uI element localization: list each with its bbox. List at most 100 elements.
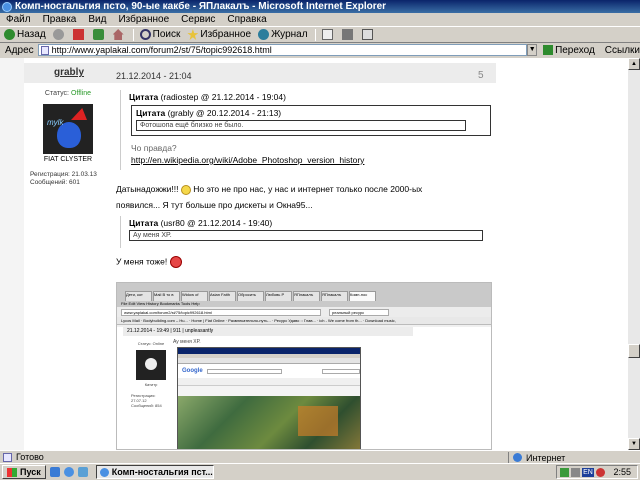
tray-network-icon[interactable] bbox=[560, 467, 569, 477]
wikipedia-link[interactable]: http://en.wikipedia.org/wiki/Adobe_Photo… bbox=[121, 155, 492, 165]
quicklaunch-desktop-icon[interactable] bbox=[49, 467, 60, 477]
avatar-santa-hat bbox=[71, 108, 87, 120]
favorites-button[interactable]: Избранное bbox=[187, 29, 251, 40]
embedded-avatar bbox=[136, 350, 166, 380]
nested-wallpaper-image bbox=[178, 396, 360, 449]
scroll-thumb[interactable] bbox=[628, 344, 640, 358]
menu-file[interactable]: Файл bbox=[6, 14, 31, 25]
page-icon bbox=[40, 45, 49, 55]
zone-label: Интернет bbox=[526, 452, 566, 463]
refresh-button[interactable] bbox=[92, 29, 106, 40]
refresh-icon bbox=[92, 29, 104, 40]
embedded-tab: Asian Faith bbox=[209, 291, 236, 301]
go-button[interactable]: Переход bbox=[543, 45, 595, 56]
embedded-messages: Сообщений: 854 bbox=[131, 403, 162, 408]
search-label: Поиск bbox=[152, 29, 181, 40]
post-number[interactable]: 5 bbox=[478, 70, 484, 81]
post-body-text: Датынадожжи!!! Но это не про нас, у нас … bbox=[116, 181, 492, 213]
address-label: Адрес bbox=[5, 44, 34, 56]
embedded-url-row: www.yaplakal.com/forum2/st/75/topic99261… bbox=[117, 307, 491, 317]
mail-button[interactable] bbox=[321, 29, 335, 40]
page-done-icon bbox=[3, 452, 12, 462]
menu-bar: Файл Правка Вид Избранное Сервис Справка bbox=[0, 13, 640, 27]
forward-button[interactable] bbox=[52, 29, 66, 40]
embedded-registered: Регистрация: 27.07.12 bbox=[131, 393, 156, 403]
taskbar: Пуск Комп-ностальгия пст... EN 2:55 bbox=[0, 463, 640, 480]
nested-ie-screenshot: Google bbox=[177, 347, 361, 449]
user-stats: Регистрация: 21.03.13 Сообщений: 601 bbox=[24, 171, 112, 187]
go-label: Переход bbox=[555, 44, 595, 56]
avatar[interactable]: mylk bbox=[43, 104, 93, 154]
quicklaunch-ie-icon[interactable] bbox=[63, 467, 74, 477]
links-button[interactable]: Ссылки bbox=[605, 45, 640, 56]
quote-block: Цитата (radiostep @ 21.12.2014 - 19:04) … bbox=[120, 90, 492, 170]
search-icon bbox=[139, 29, 151, 40]
menu-view[interactable]: Вид bbox=[88, 14, 106, 25]
scroll-up-button[interactable]: ▲ bbox=[628, 58, 640, 70]
start-label: Пуск bbox=[20, 467, 41, 477]
windows-logo-icon bbox=[7, 467, 17, 477]
embedded-tab-active: Комп-нос bbox=[349, 291, 376, 301]
edit-icon bbox=[361, 29, 373, 40]
tray-antivirus-icon[interactable] bbox=[596, 467, 605, 477]
embedded-status: Статус: Online bbox=[137, 341, 165, 346]
embedded-tab: Mail В то в bbox=[153, 291, 180, 301]
embedded-tab: ЯПлакалъ bbox=[293, 291, 320, 301]
clock[interactable]: 2:55 bbox=[613, 467, 631, 477]
embedded-tab: Любовь Р bbox=[265, 291, 292, 301]
nested-quote-header: Цитата (grably @ 20.12.2014 - 21:13) bbox=[136, 108, 486, 118]
me-too-text: У меня тоже! bbox=[116, 256, 170, 267]
history-button[interactable]: Журнал bbox=[258, 29, 308, 40]
globe-icon bbox=[513, 453, 522, 462]
avatar-text: mylk bbox=[47, 118, 64, 127]
user-title: FIAT CLYSTER bbox=[43, 156, 93, 163]
start-button[interactable]: Пуск bbox=[2, 465, 46, 479]
stop-button[interactable] bbox=[72, 29, 86, 40]
taskbar-task-label: Комп-ностальгия пст... bbox=[111, 467, 213, 477]
user-info-panel: Статус: Offline mylk FIAT CLYSTER Регист… bbox=[24, 88, 112, 187]
history-icon bbox=[258, 29, 270, 40]
forum-post: grably 21.12.2014 - 21:04 5 Статус: Offl… bbox=[24, 58, 496, 450]
toolbar-separator bbox=[132, 28, 134, 41]
print-button[interactable] bbox=[341, 29, 355, 40]
embedded-bookmarks: Lycos Mail · Bodybuilding.com – Hu... · … bbox=[117, 317, 491, 325]
taskbar-ie-window-button[interactable]: Комп-ностальгия пст... bbox=[95, 465, 214, 479]
nested-quote-label: Цитата bbox=[136, 108, 166, 118]
embedded-screenshot[interactable]: Дети, кот Mail В то в Widow of Asian Fai… bbox=[116, 282, 492, 450]
nested-google-bar: Google bbox=[178, 364, 360, 378]
menu-edit[interactable]: Правка bbox=[43, 14, 77, 25]
toolbar-separator bbox=[314, 28, 316, 41]
language-indicator[interactable]: EN bbox=[582, 467, 594, 477]
vertical-scrollbar[interactable]: ▲ ▼ bbox=[628, 58, 640, 450]
security-zone: Интернет bbox=[508, 452, 565, 463]
status-value: Offline bbox=[70, 90, 92, 97]
address-dropdown-button[interactable]: ▼ bbox=[527, 44, 538, 56]
search-button[interactable]: Поиск bbox=[139, 29, 181, 40]
nested-links-bar bbox=[178, 378, 360, 386]
address-input[interactable]: http://www.yaplakal.com/forum2/st/75/top… bbox=[37, 44, 528, 56]
quote-question: Чо правда? bbox=[131, 143, 177, 153]
scroll-down-button[interactable]: ▼ bbox=[628, 438, 640, 450]
tray-sound-icon[interactable] bbox=[571, 467, 580, 477]
window-title-bar[interactable]: Комп-ностальгия пcто, 90-ые какбе - ЯПла… bbox=[0, 0, 640, 13]
quote-label: Цитата bbox=[129, 92, 159, 102]
quicklaunch-outlook-icon[interactable] bbox=[77, 467, 88, 477]
quote2-header: Цитата (usr80 @ 21.12.2014 - 19:40) bbox=[121, 218, 492, 228]
printer-icon bbox=[341, 29, 353, 40]
back-button[interactable]: Назад bbox=[4, 29, 46, 40]
embedded-search: реальный ресурс bbox=[329, 308, 389, 316]
mail-icon bbox=[321, 29, 333, 40]
embedded-url: www.yaplakal.com/forum2/st/75/topic99261… bbox=[121, 308, 321, 316]
embedded-tab-strip: Дети, кот Mail В то в Widow of Asian Fai… bbox=[117, 283, 491, 301]
user-messages: Сообщений: 601 bbox=[30, 179, 80, 186]
menu-favorites[interactable]: Избранное bbox=[118, 14, 169, 25]
post-date: 21.12.2014 - 21:04 bbox=[116, 71, 192, 81]
menu-help[interactable]: Справка bbox=[227, 14, 266, 25]
post-author-link[interactable]: grably bbox=[54, 67, 84, 78]
home-button[interactable] bbox=[112, 29, 126, 40]
user-registered: Регистрация: 21.03.13 bbox=[30, 171, 97, 178]
menu-tools[interactable]: Сервис bbox=[181, 14, 215, 25]
nested-quote-meta: (grably @ 20.12.2014 - 21:13) bbox=[167, 108, 282, 118]
edit-button[interactable] bbox=[361, 29, 375, 40]
post-header bbox=[24, 63, 496, 83]
